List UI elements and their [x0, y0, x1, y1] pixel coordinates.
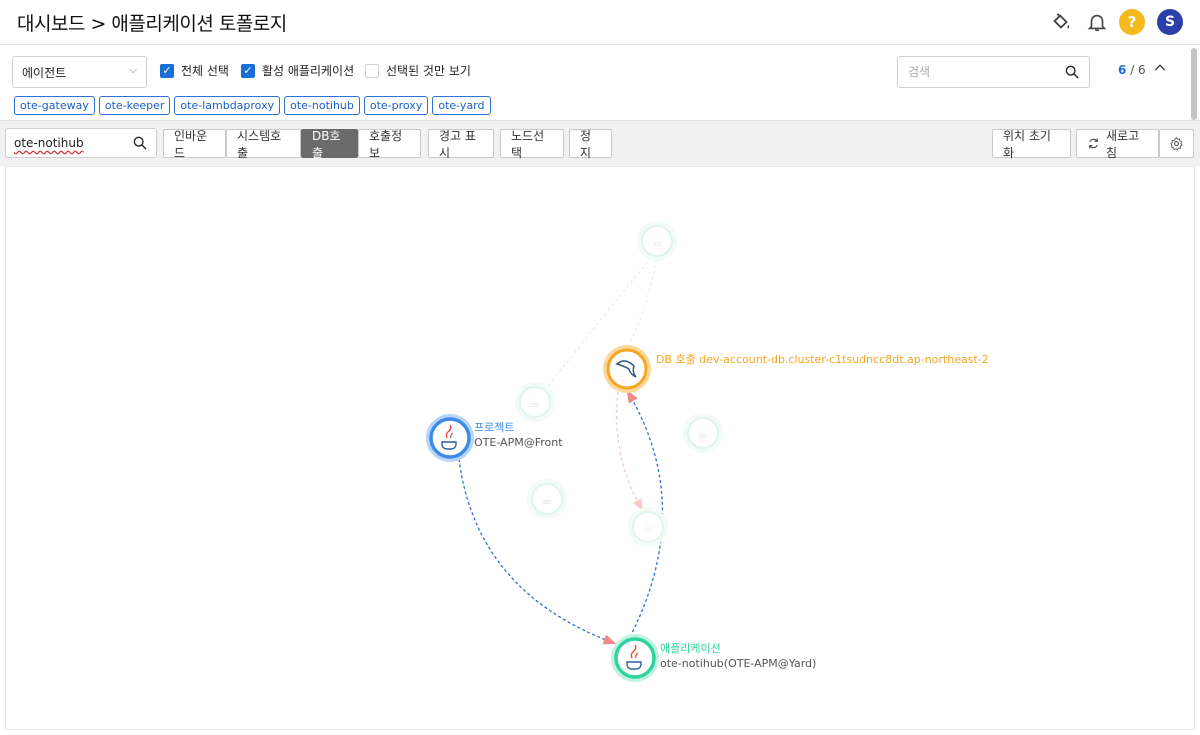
svg-text:☕: ☕ [529, 396, 541, 411]
stop-button[interactable]: 정지 [569, 129, 612, 160]
agent-tag[interactable]: ote-gateway [14, 96, 95, 115]
node-search-value: ote-notihub [14, 136, 84, 150]
call-info-button[interactable]: 호출정보 [358, 129, 421, 160]
project-node-type: 프로젝트 [474, 421, 515, 434]
system-call-button[interactable]: 시스템호출 [226, 129, 301, 160]
svg-text:☕: ☕ [651, 235, 663, 250]
check-active-apps[interactable]: ✓ 활성 애플리케이션 [241, 62, 354, 79]
topology-toolbar: ote-notihub 인바운드 시스템호출 DB호출 호출정보 경고 표시 노… [0, 120, 1200, 166]
app-node[interactable] [611, 634, 659, 682]
bell-icon[interactable] [1084, 9, 1110, 35]
show-warning-button[interactable]: 경고 표시 [428, 129, 494, 160]
avatar[interactable]: S [1157, 9, 1183, 35]
help-icon[interactable]: ? [1119, 9, 1145, 35]
checkbox-unchecked-icon[interactable] [365, 63, 379, 78]
agent-select-value: 에이전트 [22, 65, 67, 80]
check-selected-only[interactable]: 선택된 것만 보기 [365, 62, 471, 79]
faded-node[interactable]: ☕ [637, 221, 677, 261]
topology-canvas[interactable]: ☕ ☕ ☕ ☕ ☕ DB 호출 dev-account-db.cluster-c… [5, 166, 1195, 730]
refresh-icon [1087, 137, 1100, 150]
filter-panel: 에이전트 ⌵ ✓ 전체 선택 ✓ 활성 애플리케이션 선택된 것만 보기 6 /… [0, 45, 1200, 120]
agent-tag[interactable]: ote-keeper [98, 96, 171, 115]
check-all[interactable]: ✓ 전체 선택 [160, 62, 229, 79]
agent-tag[interactable]: ote-yard [432, 96, 491, 115]
search-box[interactable] [897, 56, 1090, 88]
faded-node[interactable]: ☕ [515, 382, 555, 422]
reset-position-button[interactable]: 위치 초기화 [992, 129, 1071, 160]
gear-icon [1169, 136, 1184, 151]
node-select-button[interactable]: 노드선택 [500, 129, 564, 160]
search-input[interactable] [908, 65, 1058, 79]
faded-edge [623, 258, 657, 353]
check-all-label: 전체 선택 [181, 64, 229, 78]
app-node-type: 애플리케이션 [660, 642, 721, 655]
search-icon[interactable] [132, 135, 148, 154]
agent-tag-list: ote-gateway ote-keeper ote-lambdaproxy o… [14, 96, 491, 115]
inbound-button[interactable]: 인바운드 [163, 129, 226, 160]
svg-text:☕: ☕ [642, 521, 654, 536]
db-call-button[interactable]: DB호출 [301, 129, 358, 160]
node-search-input[interactable]: ote-notihub [5, 128, 157, 158]
faded-edge [616, 391, 644, 512]
topology-graph[interactable]: ☕ ☕ ☕ ☕ ☕ [6, 167, 1196, 731]
project-node[interactable] [426, 414, 474, 462]
refresh-button[interactable]: 새로고침 [1076, 128, 1159, 160]
db-node[interactable] [603, 345, 651, 393]
svg-text:☕: ☕ [541, 493, 553, 508]
chevron-up-icon[interactable] [1152, 60, 1168, 79]
app-node-name: ote-notihub(OTE-APM@Yard) [660, 657, 817, 670]
pager-total: / 6 [1130, 63, 1146, 77]
checkbox-checked-icon[interactable]: ✓ [160, 63, 174, 78]
agent-select[interactable]: 에이전트 ⌵ [12, 56, 147, 88]
chevron-down-icon: ⌵ [129, 65, 137, 76]
db-node-label: DB 호출 dev-account-db.cluster-c1tsudncc8d… [656, 353, 989, 366]
header: 대시보드 > 애플리케이션 토폴로지 ? S [0, 0, 1200, 45]
svg-text:☕: ☕ [697, 427, 709, 442]
settings-button[interactable] [1159, 129, 1194, 158]
checkbox-checked-icon[interactable]: ✓ [241, 63, 255, 78]
project-node-name: OTE-APM@Front [474, 436, 563, 449]
pager-current: 6 [1118, 63, 1127, 77]
check-selected-only-label: 선택된 것만 보기 [386, 64, 471, 78]
search-icon[interactable] [1064, 64, 1080, 83]
page-title: 대시보드 > 애플리케이션 토폴로지 [17, 13, 287, 35]
agent-tag[interactable]: ote-notihub [284, 96, 360, 115]
agent-tag[interactable]: ote-proxy [363, 96, 429, 115]
page-scrollbar[interactable] [1191, 48, 1197, 120]
refresh-label: 새로고침 [1106, 128, 1140, 160]
agent-tag[interactable]: ote-lambdaproxy [174, 96, 281, 115]
faded-node[interactable]: ☕ [527, 479, 567, 519]
result-pager: 6 / 6 [1118, 63, 1146, 77]
faded-node[interactable]: ☕ [683, 413, 723, 453]
check-active-label: 활성 애플리케이션 [262, 64, 355, 78]
paint-bucket-icon[interactable] [1048, 9, 1074, 35]
faded-node[interactable]: ☕ [628, 507, 668, 547]
